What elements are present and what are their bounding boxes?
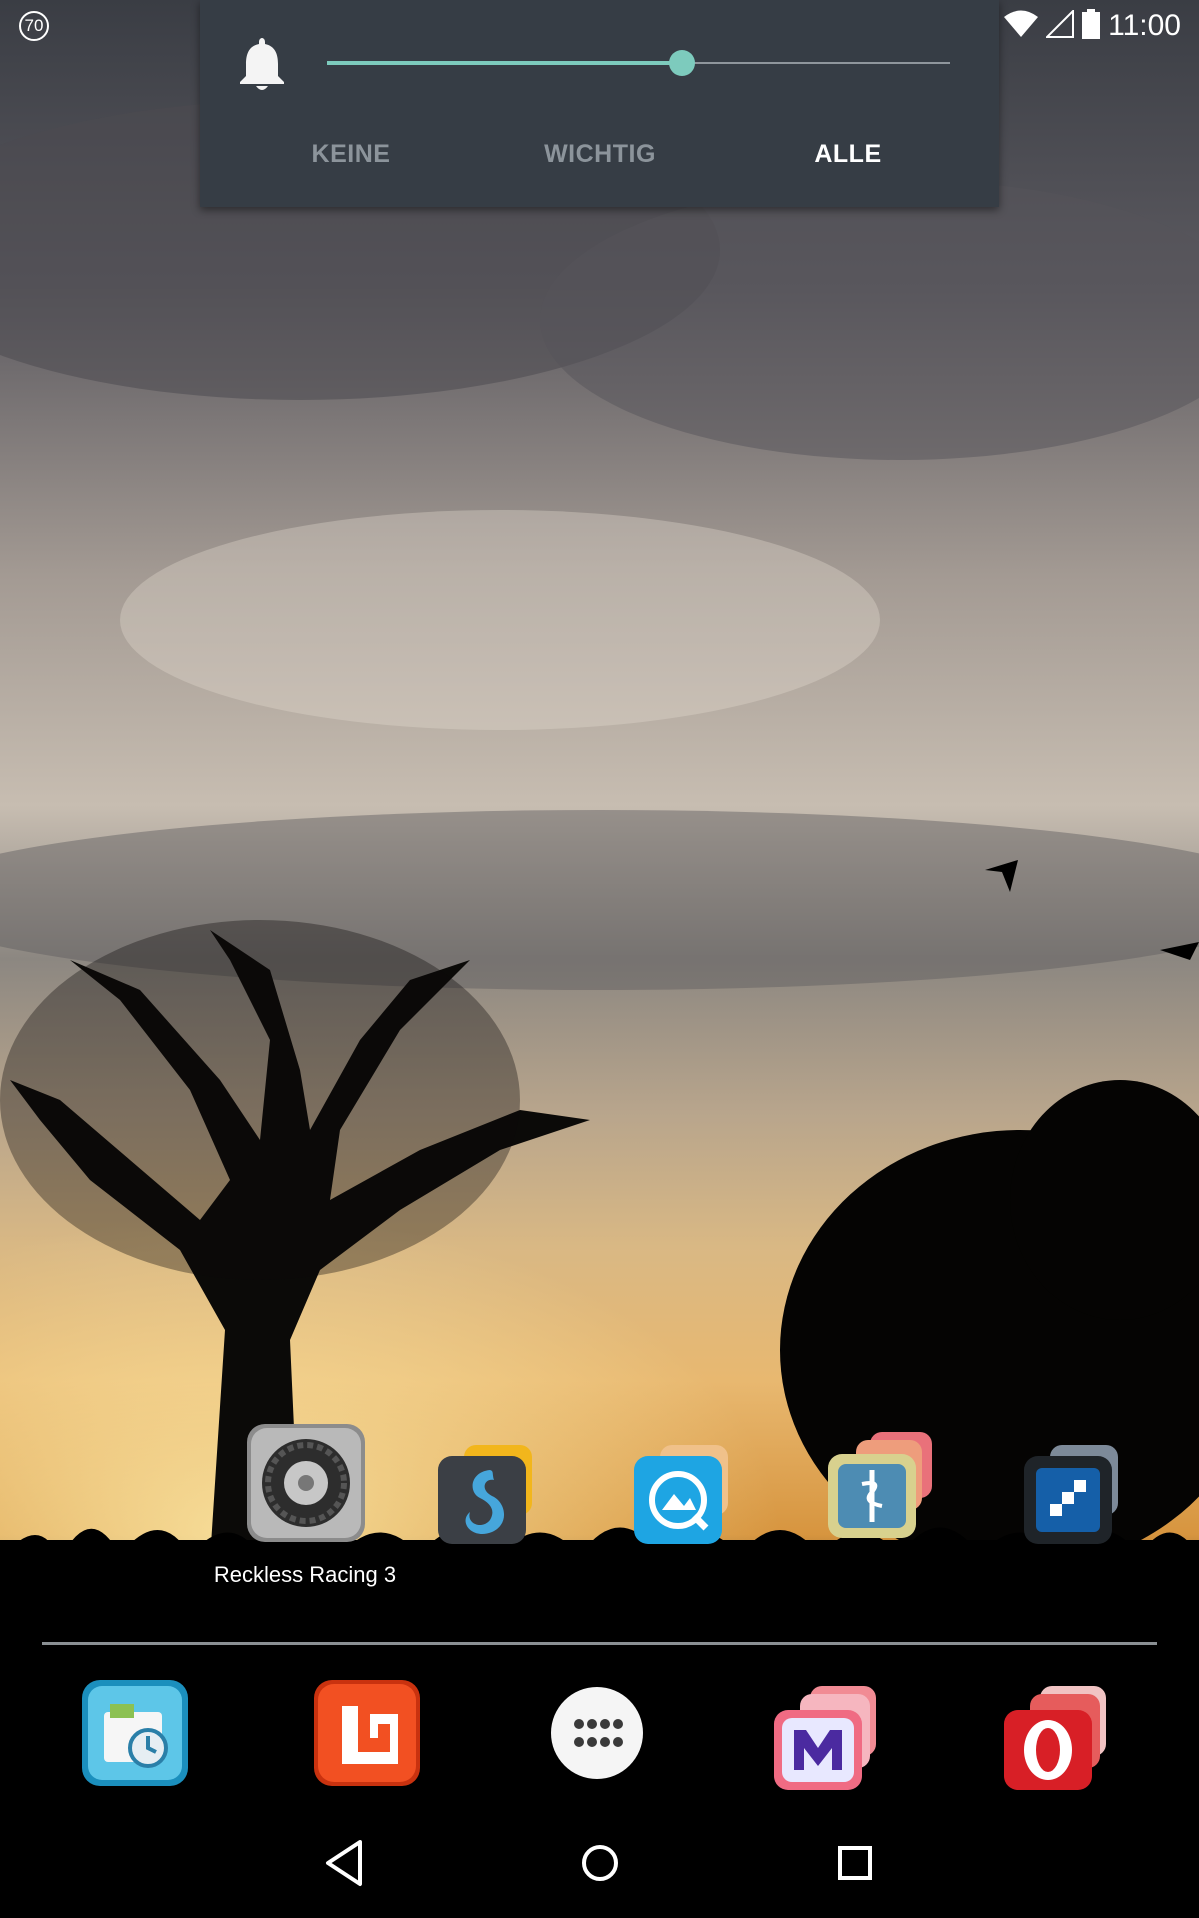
battery-icon [1082, 8, 1101, 44]
mode-keine[interactable]: KEINE [312, 140, 391, 169]
home-icon[interactable] [565, 1828, 635, 1898]
notification-count-badge: 70 [19, 11, 49, 41]
signal-icon [1044, 8, 1075, 43]
navigation-bar [0, 1810, 1199, 1918]
volume-slider[interactable] [327, 50, 950, 76]
reckless-racing-3-app-icon[interactable] [245, 1422, 367, 1544]
reckless-racing-3-label: Reckless Racing 3 [213, 1562, 397, 1587]
volume-slider-fill [327, 61, 683, 65]
medical-folder-icon[interactable] [822, 1430, 932, 1540]
office-suite-icon[interactable] [312, 1678, 422, 1788]
mode-alle[interactable]: ALLE [814, 140, 881, 169]
messenger-folder-icon[interactable] [770, 1682, 880, 1792]
mode-wichtig[interactable]: WICHTIG [544, 140, 656, 169]
volume-panel: KEINE WICHTIG ALLE [200, 0, 999, 207]
bell-icon[interactable] [236, 34, 288, 92]
clock: 11:00 [1108, 9, 1181, 42]
blue-app-folder-icon[interactable] [1018, 1440, 1128, 1550]
wallpaper [0, 0, 1199, 1918]
opera-folder-icon[interactable] [1000, 1682, 1110, 1792]
wifi-icon [1004, 10, 1039, 43]
recents-icon[interactable] [820, 1828, 890, 1898]
app-backup-restore-icon[interactable] [80, 1678, 190, 1788]
volume-slider-thumb[interactable] [669, 50, 696, 76]
app-drawer-button[interactable] [544, 1680, 650, 1786]
dock-divider [42, 1642, 1157, 1645]
back-icon[interactable] [310, 1828, 380, 1898]
simplenote-folder-icon[interactable] [432, 1440, 542, 1550]
quickpic-folder-icon[interactable] [628, 1440, 738, 1550]
